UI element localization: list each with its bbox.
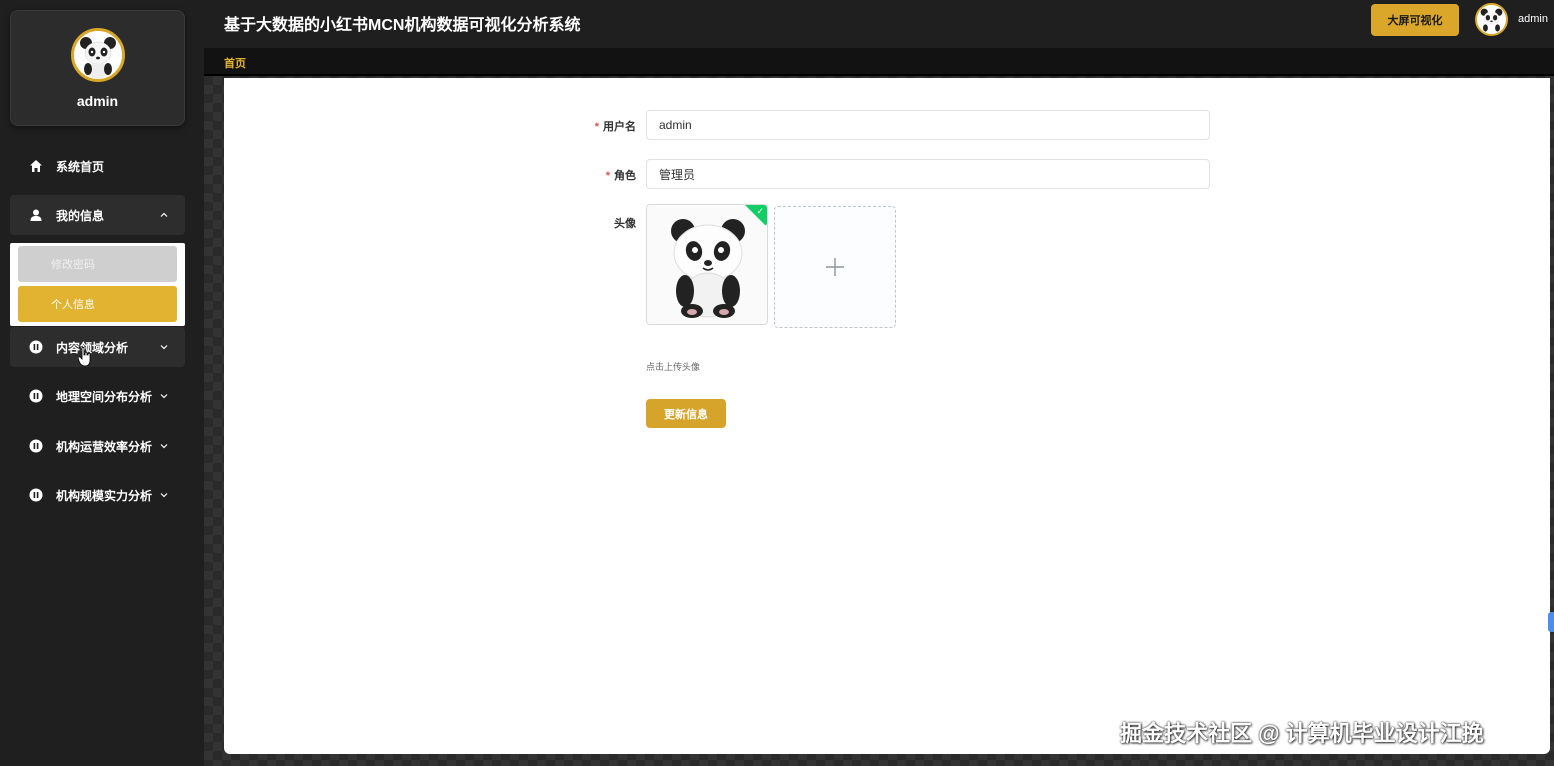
sidebar-item-label: 内容领域分析 [56, 340, 129, 355]
sidebar-item-home[interactable]: 系统首页 [10, 146, 185, 186]
cursor-hand-icon [77, 346, 92, 372]
header-username[interactable]: admin [1518, 13, 1548, 25]
username-input[interactable] [646, 110, 1210, 140]
chevron-up-icon [159, 209, 169, 219]
pause-circle-icon [28, 438, 44, 454]
app-title: 基于大数据的小红书MCN机构数据可视化分析系统 [224, 17, 581, 34]
tab-home[interactable]: 首页 [224, 55, 246, 71]
avatar-thumbnail[interactable]: ✓ [646, 204, 768, 325]
sidebar-item-my-info[interactable]: 我的信息 [10, 195, 185, 235]
chevron-down-icon [159, 341, 169, 351]
upload-avatar-button[interactable] [774, 206, 896, 328]
sidebar-item-label: 机构运营效率分析 [56, 439, 153, 454]
sidebar: admin 系统首页 我的信息 修改密码 个人信息 内容领域分析 地理空间分布分… [0, 0, 204, 766]
sidebar-item-label: 我的信息 [56, 208, 105, 223]
upload-hint: 点击上传头像 [646, 362, 701, 372]
sidebar-item-scale-analysis[interactable]: 机构规模实力分析 [10, 475, 185, 515]
submenu-my-info: 修改密码 个人信息 [10, 243, 185, 326]
avatar-label: 头像 [614, 218, 636, 230]
sidebar-item-label: 机构规模实力分析 [56, 488, 153, 503]
sidebar-item-content-analysis[interactable]: 内容领域分析 [10, 327, 185, 367]
big-screen-button[interactable]: 大屏可视化 [1371, 4, 1459, 36]
sidebar-item-efficiency-analysis[interactable]: 机构运营效率分析 [10, 426, 185, 466]
panda-avatar-icon [1477, 5, 1506, 34]
chevron-down-icon [159, 489, 169, 499]
main-content: *用户名 *角色 头像 ✓ [224, 78, 1550, 754]
top-header: 基于大数据的小红书MCN机构数据可视化分析系统 大屏可视化 admin [204, 0, 1554, 48]
role-label: * 角色 [605, 170, 636, 182]
side-handle[interactable] [1548, 612, 1554, 632]
header-avatar[interactable] [1475, 3, 1508, 36]
sidebar-item-geo-analysis[interactable]: 地理空间分布分析 [10, 376, 185, 416]
tab-bar: 首页 [204, 48, 1554, 76]
username-label: * 用户名 [594, 121, 636, 133]
sidebar-item-label: 系统首页 [56, 159, 105, 174]
profile-name: admin [76, 93, 119, 109]
pause-circle-icon [28, 487, 44, 503]
chevron-down-icon [159, 440, 169, 450]
user-icon [28, 207, 44, 223]
panda-avatar-icon [74, 31, 122, 79]
check-icon: ✓ [756, 206, 764, 216]
pause-circle-icon [28, 388, 44, 404]
sidebar-item-label: 地理空间分布分析 [56, 389, 153, 404]
home-icon [28, 158, 44, 174]
update-info-button[interactable]: 更新信息 [646, 399, 726, 428]
profile-card: admin [10, 10, 185, 126]
submenu-item-change-password[interactable]: 修改密码 [18, 246, 177, 282]
plus-icon [826, 258, 844, 276]
role-input[interactable] [646, 159, 1210, 189]
panda-image-icon [647, 205, 767, 324]
pause-circle-icon [28, 339, 44, 355]
chevron-down-icon [159, 390, 169, 400]
submenu-item-personal-info[interactable]: 个人信息 [18, 286, 177, 322]
watermark: 掘金技术社区 @ 计算机毕业设计江挽 [1120, 721, 1484, 746]
avatar[interactable] [71, 28, 125, 82]
